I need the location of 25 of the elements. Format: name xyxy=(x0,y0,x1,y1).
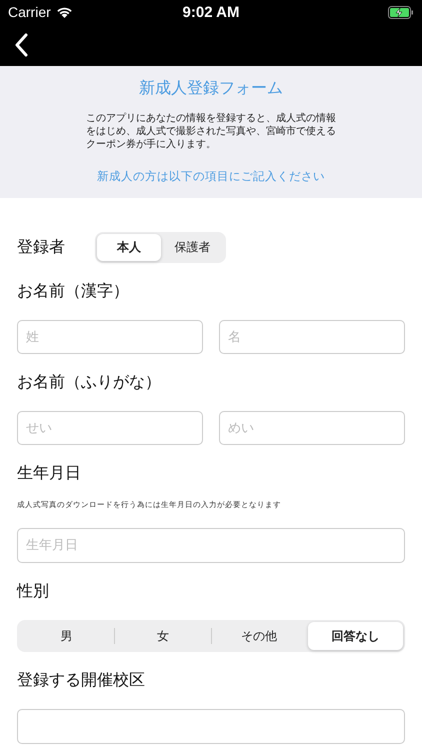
wifi-icon xyxy=(56,6,73,18)
field-label: 登録者 xyxy=(17,237,65,258)
form-title: 新成人登録フォーム xyxy=(138,78,284,99)
description-text: このアプリにあなたの情報を登録すると、成人式の情報をはじめ、成人式で撮影された写真や、宮崎市で使えるクーポン券が手に入ります。 xyxy=(86,112,336,151)
segment-option[interactable]: 本人 xyxy=(97,234,160,261)
field-label: 性別 xyxy=(17,581,50,602)
time-label: 9:02 AM xyxy=(182,4,240,20)
field-label: お名前（漢字） xyxy=(17,281,130,302)
segment-option[interactable]: 女 xyxy=(115,622,210,650)
field-label: 生年月日 xyxy=(17,463,82,484)
input-field[interactable]: めい xyxy=(219,411,405,445)
carrier-label: Carrier xyxy=(8,4,51,20)
segment-option[interactable]: 回答なし xyxy=(308,622,403,650)
input-field[interactable]: 名 xyxy=(219,320,405,354)
back-icon[interactable] xyxy=(14,33,28,57)
input-field[interactable] xyxy=(17,709,405,744)
segment-option[interactable]: 保護者 xyxy=(160,234,224,261)
field-label: 登録する開催校区 xyxy=(17,670,146,691)
instruction-text: 新成人の方は以下の項目にご記入ください xyxy=(96,169,326,184)
input-field[interactable]: 姓 xyxy=(17,320,203,354)
input-field[interactable]: せい xyxy=(17,411,203,445)
segment-option[interactable]: その他 xyxy=(212,622,307,650)
segment-option[interactable]: 男 xyxy=(19,622,114,650)
input-field[interactable]: 生年月日 xyxy=(17,528,405,563)
field-label: お名前（ふりがな） xyxy=(17,372,162,393)
